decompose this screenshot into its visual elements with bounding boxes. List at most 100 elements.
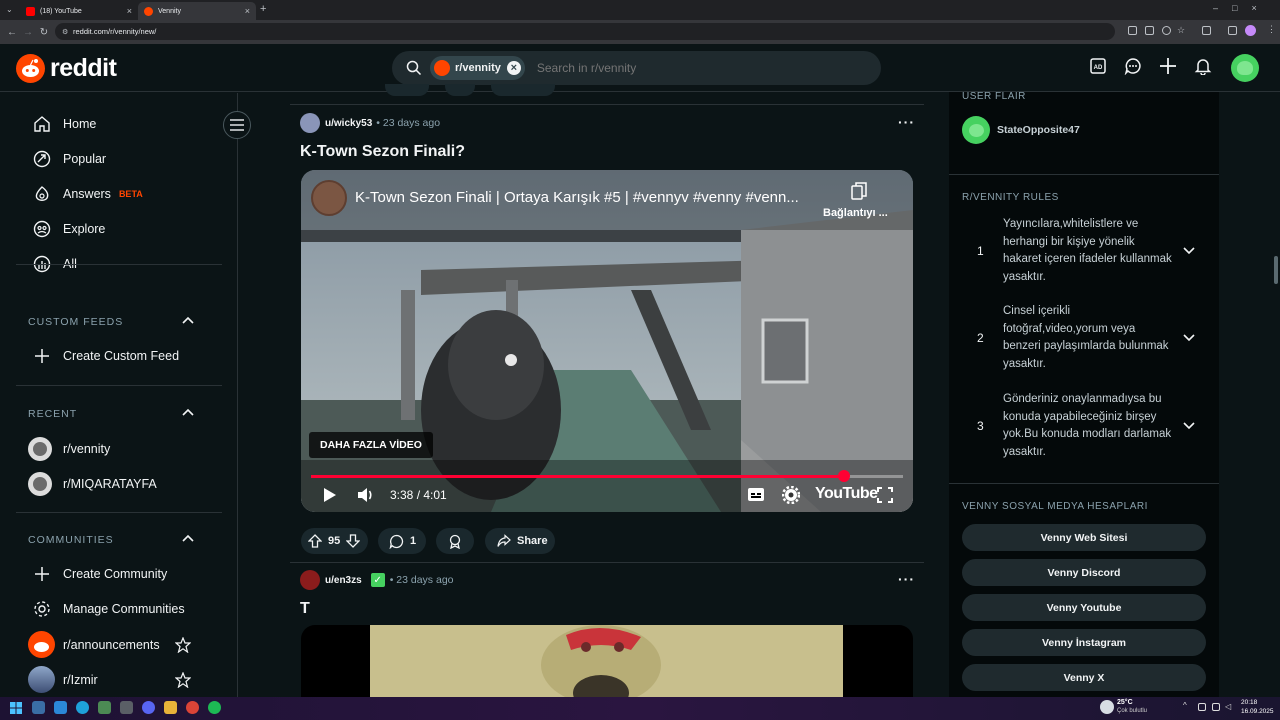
bookmark-star-icon[interactable]: ☆: [1177, 25, 1185, 36]
chevron-up-icon[interactable]: [182, 316, 194, 324]
discord-icon[interactable]: [142, 701, 155, 714]
social-button-discord[interactable]: Venny Discord: [962, 559, 1206, 586]
zoom-icon[interactable]: [1162, 26, 1171, 35]
comments-button[interactable]: 1: [378, 528, 426, 554]
rule-item[interactable]: 2 Cinsel içerikli fotoğraf,video,yorum v…: [977, 303, 1207, 373]
video-progress-track[interactable]: [311, 470, 903, 482]
chrome-icon[interactable]: [186, 701, 199, 714]
sidebar-item-answers[interactable]: Answers BETA: [32, 184, 143, 204]
share-button[interactable]: Share: [485, 528, 555, 554]
star-icon[interactable]: [175, 672, 191, 688]
user-avatar[interactable]: [1231, 54, 1259, 82]
social-button-x[interactable]: Venny X: [962, 664, 1206, 691]
star-icon[interactable]: [175, 637, 191, 653]
tab-youtube[interactable]: (18) YouTube ×: [20, 2, 138, 20]
user-avatar[interactable]: [300, 570, 320, 590]
clear-icon[interactable]: ×: [506, 61, 521, 75]
create-custom-feed-button[interactable]: Create Custom Feed: [32, 346, 179, 366]
settings-icon[interactable]: [782, 486, 800, 504]
folder-icon[interactable]: [164, 701, 177, 714]
clock-date[interactable]: 16.09.2025: [1241, 708, 1274, 715]
tray-chevron-icon[interactable]: ^: [1183, 701, 1187, 710]
close-icon[interactable]: ×: [127, 6, 132, 16]
manage-communities-button[interactable]: Manage Communities: [32, 599, 185, 619]
search-community-chip[interactable]: r/vennity ×: [430, 56, 525, 80]
edge-icon[interactable]: [76, 701, 89, 714]
collapse-sidebar-button[interactable]: [223, 111, 251, 139]
downvote-icon[interactable]: [346, 534, 361, 548]
more-videos-button[interactable]: DAHA FAZLA VİDEO: [309, 432, 433, 458]
create-icon[interactable]: [1159, 57, 1177, 75]
more-options-icon[interactable]: ···: [898, 571, 915, 587]
sidebar-item-home[interactable]: Home: [32, 114, 96, 134]
sidebar-item-explore[interactable]: Explore: [32, 219, 105, 239]
chevron-up-icon[interactable]: [182, 534, 194, 542]
media-icon[interactable]: [1228, 26, 1237, 35]
copy-link-label[interactable]: Bağlantıyı ...: [823, 207, 888, 219]
post-author[interactable]: u/wicky53: [325, 118, 372, 129]
translate-icon[interactable]: [1145, 26, 1154, 35]
post-media[interactable]: [301, 625, 913, 697]
weather-icon[interactable]: [1100, 700, 1114, 714]
play-icon[interactable]: [323, 487, 337, 503]
rule-item[interactable]: 1 Yayıncılara,whitelistlere ve herhangi …: [977, 216, 1207, 286]
url-field[interactable]: ⚙ reddit.com/r/vennity/new/: [55, 23, 1115, 40]
speaker-icon[interactable]: ◁: [1225, 702, 1231, 711]
reload-icon[interactable]: ↻: [35, 27, 53, 38]
captions-icon[interactable]: [747, 487, 765, 502]
chevron-down-icon[interactable]: [1183, 422, 1195, 430]
spotify-icon[interactable]: [208, 701, 221, 714]
window-controls[interactable]: –□×: [1213, 3, 1271, 13]
more-options-icon[interactable]: ···: [898, 114, 915, 130]
extension-icon[interactable]: [1128, 26, 1137, 35]
social-button-youtube[interactable]: Venny Youtube: [962, 594, 1206, 621]
sidebar-item-announcements[interactable]: r/announcements: [28, 631, 160, 658]
notification-icon[interactable]: [1194, 57, 1212, 75]
rule-item[interactable]: 3 Gönderiniz onaylanmadıysa bu konuda ya…: [977, 391, 1207, 461]
copy-icon[interactable]: [851, 182, 867, 200]
windows-start-icon[interactable]: [10, 702, 22, 714]
app-icon[interactable]: [120, 701, 133, 714]
site-info-icon[interactable]: ⚙: [62, 28, 68, 36]
tray-icon[interactable]: [1198, 703, 1206, 711]
ad-icon[interactable]: AD: [1089, 57, 1107, 75]
social-button-website[interactable]: Venny Web Sitesi: [962, 524, 1206, 551]
menu-icon[interactable]: ⋮: [1267, 24, 1276, 35]
sidebar-item-vennity[interactable]: r/vennity: [28, 437, 110, 461]
volume-icon[interactable]: [357, 486, 375, 504]
upvote-icon[interactable]: [308, 534, 322, 548]
chevron-down-icon[interactable]: [1183, 247, 1195, 255]
search-bar[interactable]: r/vennity ×: [392, 51, 881, 85]
search-input[interactable]: [536, 61, 837, 75]
fullscreen-icon[interactable]: [877, 487, 893, 503]
social-button-instagram[interactable]: Venny İnstagram: [962, 629, 1206, 656]
chevron-up-icon[interactable]: [182, 408, 194, 416]
award-button[interactable]: [436, 528, 474, 554]
chevron-down-icon[interactable]: [1183, 334, 1195, 342]
extensions-icon[interactable]: [1202, 26, 1211, 35]
user-avatar[interactable]: [300, 113, 320, 133]
create-community-button[interactable]: Create Community: [32, 564, 167, 584]
outlook-icon[interactable]: [54, 701, 67, 714]
sidebar-item-izmir[interactable]: r/Izmir: [28, 666, 98, 693]
youtube-embed[interactable]: K-Town Sezon Finali | Ortaya Karışık #5 …: [301, 170, 913, 512]
close-icon[interactable]: ×: [245, 6, 250, 16]
file-explorer-icon[interactable]: [32, 701, 45, 714]
tab-vennity[interactable]: Vennity ×: [138, 2, 256, 20]
chat-icon[interactable]: [1124, 57, 1142, 75]
sidebar-item-popular[interactable]: Popular: [32, 149, 106, 169]
video-title[interactable]: K-Town Sezon Finali | Ortaya Karışık #5 …: [355, 189, 799, 206]
page-scrollbar[interactable]: [1272, 92, 1280, 697]
reddit-logo[interactable]: reddit: [16, 54, 117, 83]
sidebar-item-miqaratayfa[interactable]: r/MIQARATAYFA: [28, 472, 157, 496]
clock-time[interactable]: 20:18: [1241, 699, 1257, 706]
post-title[interactable]: K-Town Sezon Finali?: [300, 143, 465, 161]
profile-avatar[interactable]: [1245, 25, 1256, 36]
app-icon[interactable]: [98, 701, 111, 714]
new-tab-icon[interactable]: +: [260, 3, 266, 15]
tab-search-icon[interactable]: ⌄: [6, 5, 13, 14]
wifi-icon[interactable]: [1212, 703, 1220, 711]
video-scrubber[interactable]: [837, 470, 850, 482]
scrollbar-thumb[interactable]: [1274, 256, 1278, 284]
user-flair[interactable]: StateOpposite47: [962, 116, 1080, 144]
